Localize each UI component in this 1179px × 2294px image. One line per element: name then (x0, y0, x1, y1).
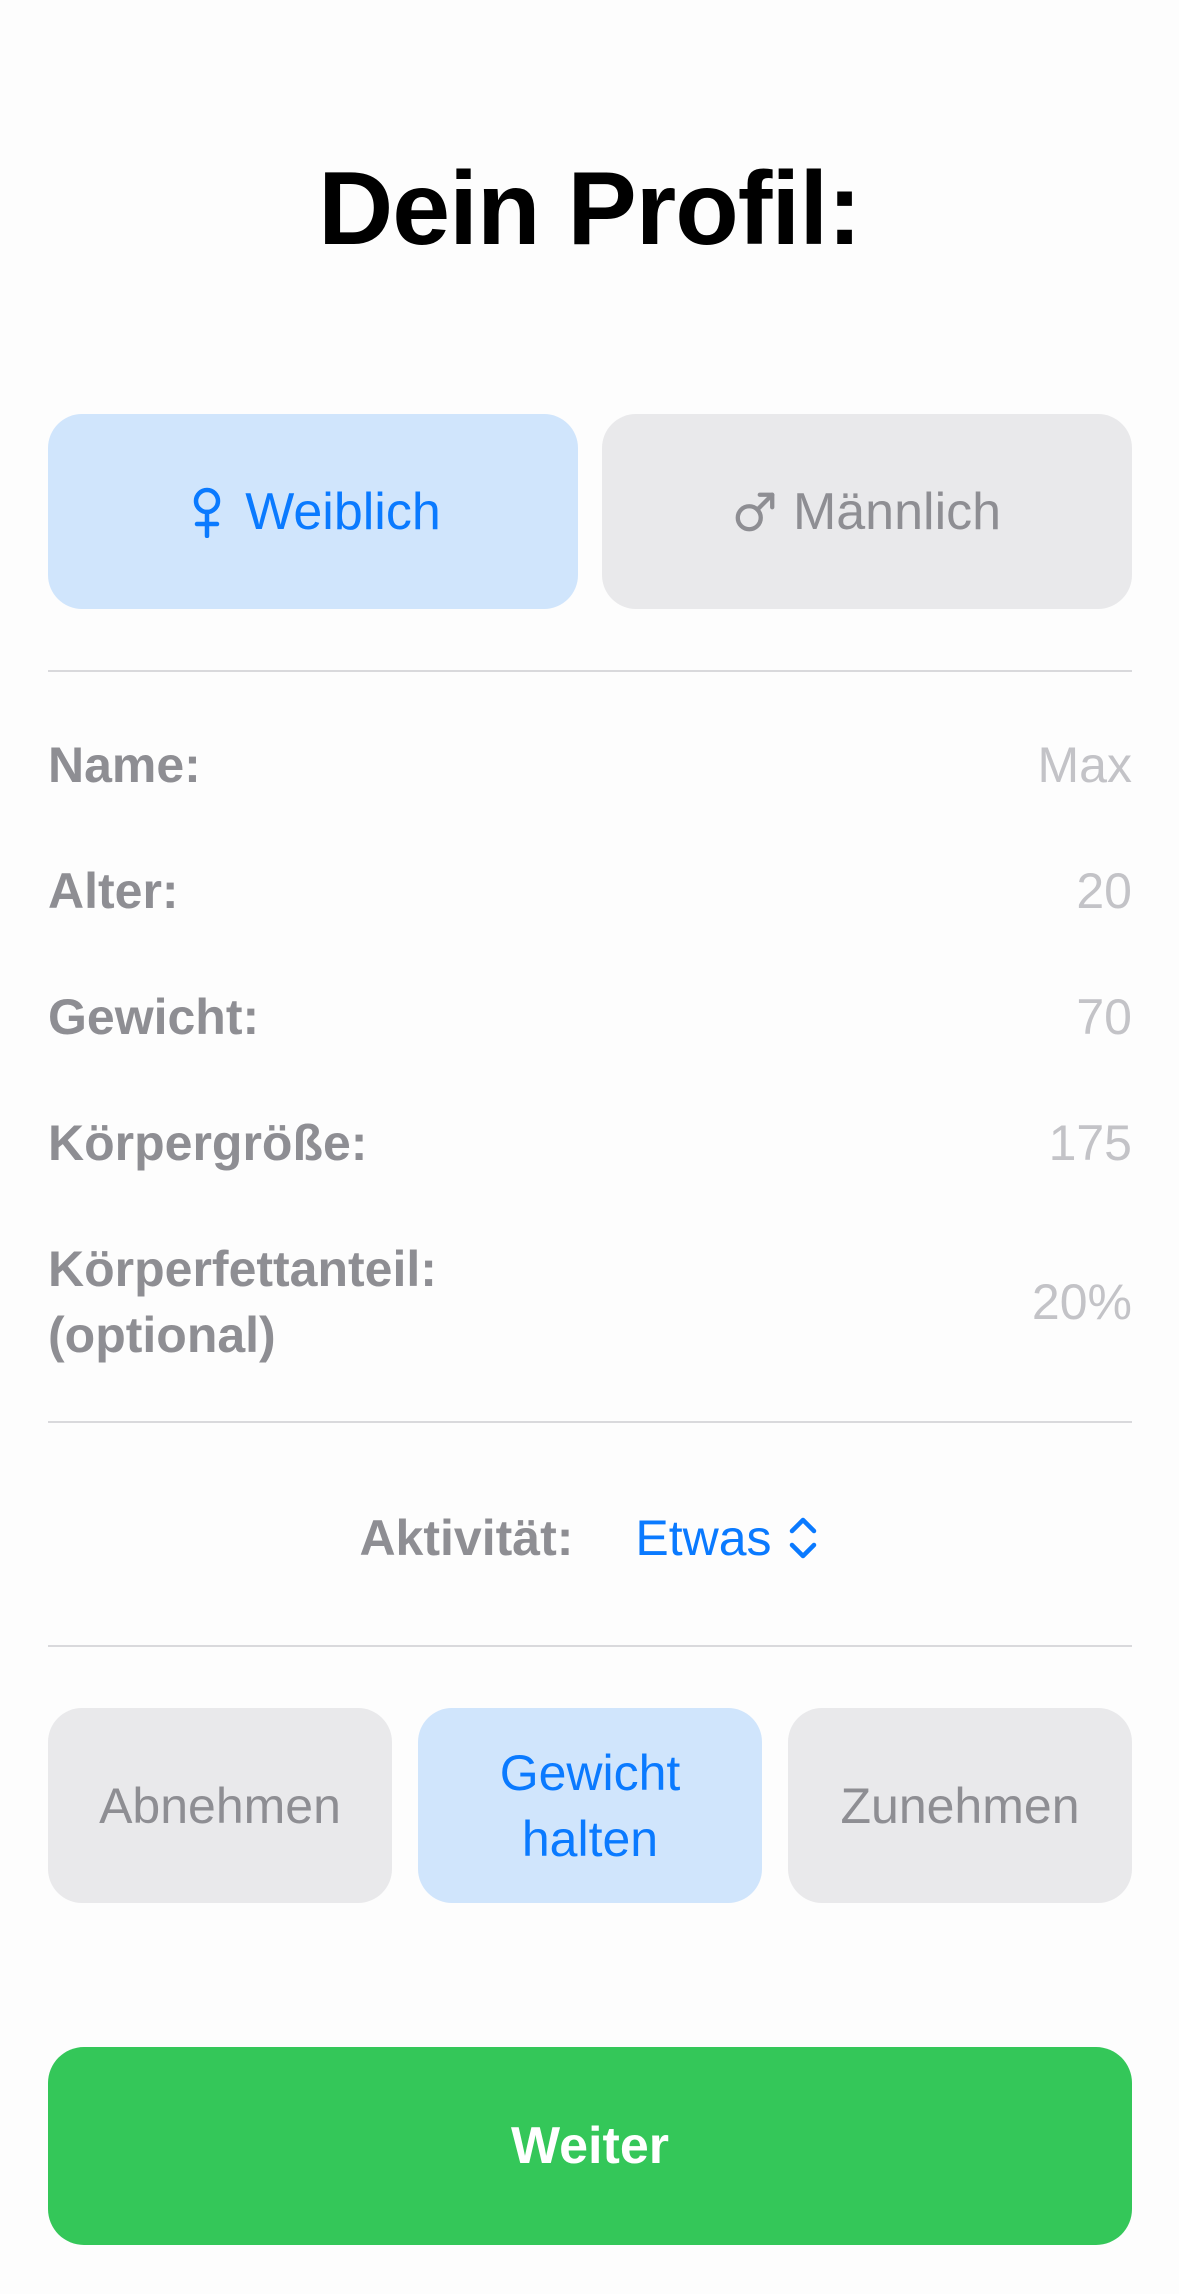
height-input[interactable]: 175 (1049, 1114, 1132, 1172)
gender-female-button[interactable]: Weiblich (48, 414, 578, 609)
divider (48, 670, 1132, 672)
name-input[interactable]: Max (1038, 736, 1132, 794)
next-button[interactable]: Weiter (48, 2047, 1132, 2245)
goal-keep-weight-label: Gewicht halten (500, 1740, 681, 1872)
goal-keep-weight-button[interactable]: Gewicht halten (418, 1708, 762, 1903)
height-label: Körpergröße: (48, 1115, 368, 1171)
male-symbol-icon (733, 484, 777, 540)
bodyfat-label-line1: Körperfettanteil: (48, 1241, 437, 1297)
bodyfat-input[interactable]: 20% (1032, 1273, 1132, 1331)
activity-picker[interactable]: Etwas (635, 1509, 819, 1567)
gender-male-label: Männlich (792, 482, 1002, 541)
age-row[interactable]: Alter: 20 (48, 856, 1132, 926)
female-symbol-icon (185, 484, 229, 540)
goal-keep-line1: Gewicht (499, 1744, 681, 1801)
weight-row[interactable]: Gewicht: 70 (48, 982, 1132, 1052)
name-label: Name: (48, 737, 201, 793)
bodyfat-row[interactable]: Körperfettanteil: (optional) 20% (48, 1232, 1132, 1372)
divider (48, 1421, 1132, 1423)
activity-row: Aktivität: Etwas (0, 1498, 1179, 1578)
age-input[interactable]: 20 (1076, 862, 1132, 920)
page-title: Dein Profil: (318, 151, 862, 267)
bodyfat-label: Körperfettanteil: (optional) (48, 1236, 437, 1368)
chevron-up-down-icon (789, 1517, 816, 1559)
goal-lose-weight-button[interactable]: Abnehmen (48, 1708, 392, 1903)
age-label: Alter: (48, 863, 179, 919)
goal-keep-line2: halten (521, 1810, 659, 1867)
activity-label: Aktivität: (359, 1510, 574, 1566)
activity-picker-value: Etwas (635, 1510, 772, 1566)
height-row[interactable]: Körpergröße: 175 (48, 1108, 1132, 1178)
weight-input[interactable]: 70 (1076, 988, 1132, 1046)
divider (48, 1645, 1132, 1647)
goal-gain-weight-button[interactable]: Zunehmen (788, 1708, 1132, 1903)
gender-male-button[interactable]: Männlich (602, 414, 1132, 609)
weight-label: Gewicht: (48, 989, 260, 1045)
name-row[interactable]: Name: Max (48, 730, 1132, 800)
bodyfat-label-line2: (optional) (48, 1307, 276, 1363)
gender-female-label: Weiblich (245, 482, 441, 541)
